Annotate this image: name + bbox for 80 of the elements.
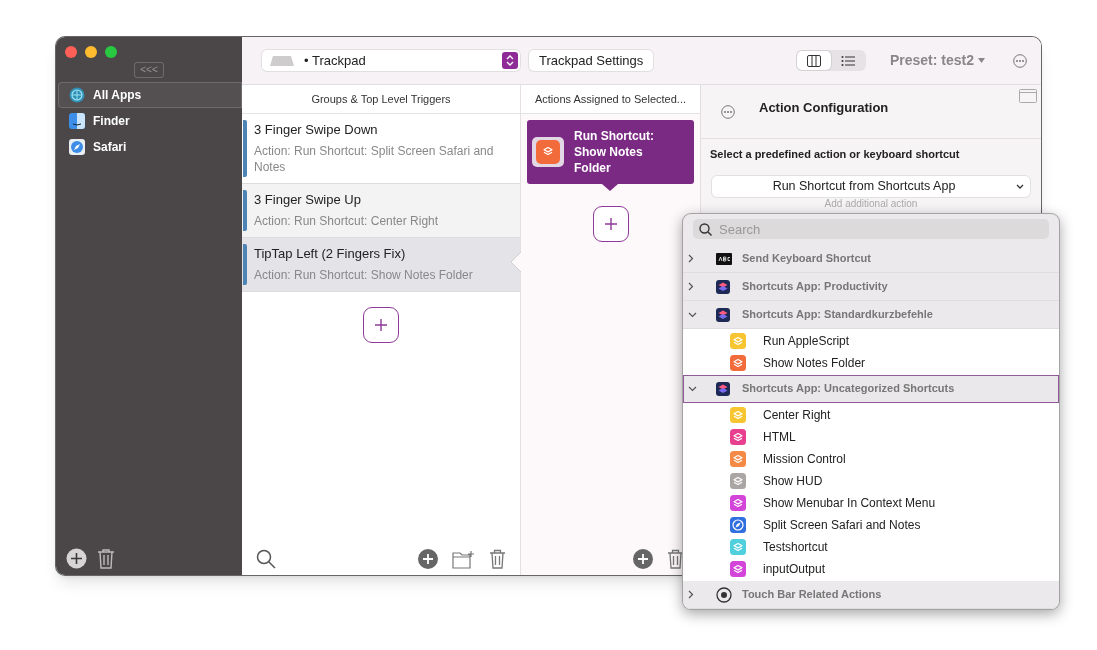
trackpad-icon (270, 55, 294, 66)
group-label: Shortcuts App: Uncategorized Shortcuts (742, 381, 955, 397)
columns-view-button[interactable] (796, 51, 831, 70)
sidebar-item[interactable]: Finder (58, 108, 242, 134)
plus-icon (604, 218, 617, 230)
popup-item[interactable]: Center Right (683, 404, 1059, 426)
trigger-subtitle: Action: Run Shortcut: Split Screen Safari and Notes (254, 143, 495, 175)
add-trigger-button[interactable] (363, 307, 399, 343)
list-icon (840, 54, 855, 67)
trigger-subtitle: Action: Run Shortcut: Center Right (254, 213, 439, 229)
popup-item[interactable]: HTML (683, 426, 1059, 448)
trigger-subtitle: Action: Run Shortcut: Show Notes Folder (254, 267, 473, 283)
add-icon[interactable] (633, 549, 653, 569)
popup-group-row[interactable]: Touch Bar Related Actions (683, 581, 1059, 609)
chevron-down-icon[interactable] (688, 385, 697, 392)
search-icon (699, 223, 712, 236)
trigger-row[interactable]: 3 Finger Swipe Up Action: Run Shortcut: Center Right (242, 184, 520, 238)
chevron-right-icon[interactable] (688, 254, 694, 263)
prompt-label: Select a predefined action or keyboard shortcut (710, 147, 961, 162)
chevron-down-icon (1016, 183, 1024, 189)
popup-item[interactable]: Testshortcut (683, 536, 1059, 558)
columns-icon (806, 54, 821, 67)
group-label: Touch Bar Related Actions (742, 587, 882, 603)
group-label: Shortcuts App: Standardkurzbefehle (742, 307, 933, 323)
group-label: Send Keyboard Shortcut (742, 251, 871, 267)
plus-icon (375, 319, 387, 331)
search-icon[interactable] (256, 549, 276, 569)
trash-icon[interactable] (667, 549, 684, 569)
stepper-icon (502, 52, 518, 69)
trackpad-settings-button[interactable]: Trackpad Settings (529, 50, 654, 71)
popup-item[interactable]: Show HUD (683, 470, 1059, 492)
popup-item[interactable]: Show Menubar In Context Menu (683, 492, 1059, 514)
popup-group-row[interactable]: Shortcuts App: Standardkurzbefehle (683, 301, 1059, 329)
shortcuts-icon (716, 279, 730, 294)
sidebar-item[interactable]: All Apps (58, 82, 242, 108)
target-icon (716, 586, 732, 603)
finder-icon (69, 113, 85, 129)
minimize-button[interactable] (85, 46, 97, 58)
popup-group-row[interactable]: Send Keyboard Shortcut (683, 245, 1059, 273)
trash-icon[interactable] (97, 548, 115, 569)
popup-item[interactable]: Show Notes Folder (683, 352, 1059, 374)
trash-icon[interactable] (489, 549, 506, 569)
add-icon[interactable] (418, 549, 438, 569)
trigger-title: TipTap Left (2 Fingers Fix) (254, 246, 407, 262)
popup-item[interactable]: Split Screen Safari and Notes (683, 514, 1059, 536)
caret-icon (978, 58, 985, 63)
card-pointer-icon (602, 184, 618, 191)
action-label: Run Shortcut: Show Notes Folder (574, 128, 655, 176)
add-icon[interactable] (66, 548, 87, 569)
popup-item[interactable]: Mission Control (683, 448, 1059, 470)
chevron-right-icon[interactable] (688, 590, 694, 599)
sidebar-item[interactable]: Safari (58, 134, 242, 160)
close-button[interactable] (65, 46, 77, 58)
compass-icon (69, 139, 85, 155)
trigger-row[interactable]: TipTap Left (2 Fingers Fix) Action: Run Shortcut: Show Notes Folder (242, 238, 520, 292)
zoom-button[interactable] (105, 46, 117, 58)
panel-title: Action Configuration (759, 98, 889, 117)
action-dropdown[interactable]: Run Shortcut from Shortcuts App (712, 175, 1030, 197)
add-action-button[interactable] (592, 206, 629, 242)
popup-group-row[interactable]: Shortcuts App: Productivity (683, 273, 1059, 301)
column-header: Actions Assigned to Selected... (521, 85, 700, 114)
new-folder-icon[interactable] (452, 549, 475, 569)
device-label: • Trackpad (304, 51, 367, 70)
popup-item[interactable]: Run AppleScript (683, 330, 1059, 352)
shortcuts-icon (716, 381, 730, 396)
dropdown-value: Run Shortcut from Shortcuts App (771, 177, 957, 195)
search-field[interactable]: Search (693, 219, 1049, 239)
chevron-right-icon[interactable] (688, 282, 694, 291)
shortcuts-icon (716, 307, 730, 322)
more-icon[interactable] (721, 104, 735, 119)
chevron-down-icon[interactable] (688, 311, 697, 318)
more-icon[interactable] (1013, 53, 1027, 68)
popup-item[interactable]: inputOutput (683, 558, 1059, 580)
trigger-title: 3 Finger Swipe Up (254, 192, 362, 208)
popup-group-row[interactable]: Shortcuts App: Uncategorized Shortcuts (683, 375, 1059, 403)
trigger-title: 3 Finger Swipe Down (254, 122, 379, 138)
globe-icon (69, 87, 85, 103)
device-dropdown[interactable]: • Trackpad (262, 50, 520, 71)
keyboard-icon (716, 252, 732, 265)
group-label: Shortcuts App: Productivity (742, 279, 888, 295)
